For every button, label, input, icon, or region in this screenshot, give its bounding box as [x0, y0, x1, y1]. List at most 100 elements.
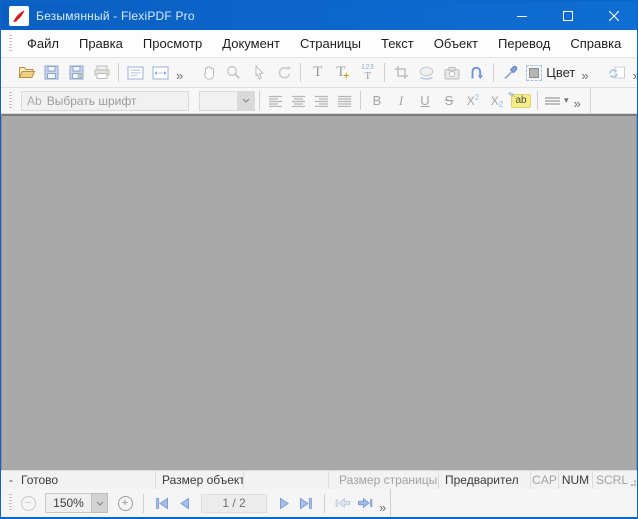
- overflow-chevron-icon[interactable]: »: [571, 97, 584, 110]
- zoom-level-value[interactable]: 150%: [45, 493, 91, 513]
- text-flow-button[interactable]: [464, 60, 489, 85]
- print-button[interactable]: [89, 60, 114, 85]
- strikethrough-button[interactable]: S: [437, 90, 461, 111]
- font-size-combo[interactable]: [199, 90, 255, 111]
- menubar-grip[interactable]: [9, 34, 12, 53]
- highlighter-icon: ✎ ab: [508, 89, 531, 108]
- save-copy-button[interactable]: [64, 60, 89, 85]
- magnifier-icon: [227, 66, 241, 79]
- menu-item-pages[interactable]: Страницы: [290, 30, 371, 58]
- num-lock-indicator: NUM: [559, 471, 593, 489]
- bold-button[interactable]: B: [365, 90, 389, 111]
- minus-circle-icon: −: [20, 495, 36, 511]
- zoom-in-button[interactable]: +: [114, 492, 136, 514]
- first-page-button[interactable]: [151, 492, 173, 514]
- status-empty-segment: [244, 471, 329, 489]
- window-title: Безымянный - FlexiPDF Pro: [36, 8, 195, 23]
- rotate-tool-button[interactable]: [271, 60, 296, 85]
- menu-item-object[interactable]: Объект: [424, 30, 488, 58]
- align-right-icon: [315, 95, 328, 107]
- image-tool-button[interactable]: [414, 60, 439, 85]
- snapshot-button[interactable]: [439, 60, 464, 85]
- document-area[interactable]: [1, 114, 637, 470]
- camera-icon: [444, 66, 460, 79]
- menu-item-document[interactable]: Документ: [212, 30, 290, 58]
- toolbar-separator: [324, 493, 325, 513]
- menu-item-translate[interactable]: Перевод: [488, 30, 560, 58]
- resize-grip-icon[interactable]: [631, 475, 637, 489]
- crop-button[interactable]: [389, 60, 414, 85]
- hand-tool-button[interactable]: [196, 60, 221, 85]
- next-page-button[interactable]: [273, 492, 295, 514]
- underline-button[interactable]: U: [413, 90, 437, 111]
- highlight-button[interactable]: ✎ ab: [508, 89, 533, 111]
- align-left-icon: [269, 95, 282, 107]
- open-button[interactable]: [14, 60, 39, 85]
- status-page-size-segment: Размер страницы: [329, 471, 439, 489]
- toolbar-separator: [493, 63, 495, 82]
- last-page-icon: [300, 497, 312, 509]
- color-button[interactable]: Цвет: [523, 60, 578, 85]
- align-justify-button[interactable]: [333, 90, 356, 111]
- line-style-button[interactable]: ▾: [542, 88, 571, 113]
- menu-item-text[interactable]: Текст: [371, 30, 424, 58]
- align-center-icon: [292, 95, 305, 107]
- toolbar-empty-area: [591, 88, 637, 114]
- u-turn-arrow-icon: [471, 66, 484, 79]
- page-number-field[interactable]: 1 / 2: [201, 493, 267, 513]
- zoom-tool-button[interactable]: [221, 60, 246, 85]
- app-logo-icon[interactable]: [9, 5, 29, 26]
- zoom-dropdown-button[interactable]: [91, 493, 108, 513]
- save-button[interactable]: [39, 60, 64, 85]
- subscript-button[interactable]: X 2: [485, 90, 509, 111]
- toolbar-grip[interactable]: [9, 91, 12, 110]
- status-bar: - Готово Размер объект Размер страницы П…: [1, 470, 637, 489]
- previous-view-button[interactable]: [332, 492, 354, 514]
- select-tool-button[interactable]: [246, 60, 271, 85]
- page-view-icon: [127, 66, 144, 79]
- single-page-view-button[interactable]: [123, 60, 148, 85]
- menu-item-file[interactable]: Файл: [17, 30, 69, 58]
- refresh-page-icon: [609, 66, 626, 79]
- overflow-chevron-icon[interactable]: »: [376, 501, 389, 514]
- last-page-button[interactable]: [295, 492, 317, 514]
- close-button[interactable]: [591, 1, 637, 30]
- font-name-combo[interactable]: Ab Выбрать шрифт: [21, 90, 189, 111]
- numbering-button[interactable]: 123 T: [355, 60, 380, 85]
- rotate-icon: [278, 66, 292, 79]
- overflow-chevron-icon[interactable]: »: [578, 69, 591, 82]
- title-bar[interactable]: Безымянный - FlexiPDF Pro: [1, 1, 637, 30]
- color-swatch-icon: [526, 64, 543, 81]
- folder-open-icon: [18, 67, 35, 78]
- menu-item-help[interactable]: Справка: [560, 30, 631, 58]
- status-ready-segment: - Готово: [1, 471, 156, 489]
- crop-icon: [395, 66, 409, 79]
- add-text-button[interactable]: T +: [330, 60, 355, 85]
- maximize-button[interactable]: [545, 1, 591, 30]
- line-style-icon: [545, 96, 560, 105]
- refresh-preview-button[interactable]: [605, 60, 630, 85]
- toolbar-grip[interactable]: [9, 494, 12, 512]
- zoom-level-combo[interactable]: 150%: [45, 493, 108, 513]
- zoom-out-button[interactable]: −: [17, 492, 39, 514]
- eyedropper-button[interactable]: [498, 60, 523, 85]
- align-left-button[interactable]: [264, 90, 287, 111]
- font-size-dropdown-button[interactable]: [237, 91, 254, 110]
- next-view-button[interactable]: [354, 492, 376, 514]
- scroll-lock-indicator: SCRL: [595, 473, 628, 487]
- navigation-toolbar-row: − 150% + 1 / 2 »: [1, 489, 637, 517]
- align-right-button[interactable]: [310, 90, 333, 111]
- chevron-down-icon: [242, 98, 249, 103]
- superscript-button[interactable]: X 2: [461, 90, 485, 111]
- menu-item-edit[interactable]: Правка: [69, 30, 133, 58]
- font-name-placeholder: Выбрать шрифт: [46, 93, 137, 108]
- menu-item-view[interactable]: Просмотр: [133, 30, 212, 58]
- previous-page-button[interactable]: [173, 492, 195, 514]
- minimize-button[interactable]: [499, 1, 545, 30]
- overflow-chevron-icon[interactable]: »: [630, 69, 637, 82]
- fit-width-view-button[interactable]: [148, 60, 173, 85]
- align-center-button[interactable]: [287, 90, 310, 111]
- italic-button[interactable]: I: [389, 90, 413, 111]
- edit-text-button[interactable]: T: [305, 60, 330, 85]
- overflow-chevron-icon[interactable]: »: [173, 69, 186, 82]
